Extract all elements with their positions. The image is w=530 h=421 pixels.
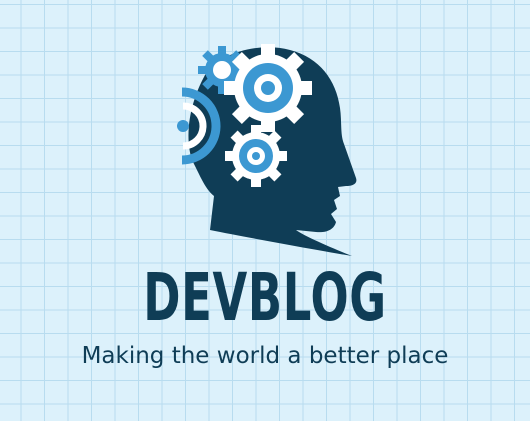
small-gear <box>225 125 287 187</box>
brand-name: DEVBLOG <box>143 259 387 336</box>
tagline: Making the world a better place <box>81 343 449 369</box>
logo: DEVBLOG Making the world a better place <box>0 0 530 421</box>
big-gear <box>224 44 312 132</box>
head-with-gears-icon <box>177 44 357 256</box>
